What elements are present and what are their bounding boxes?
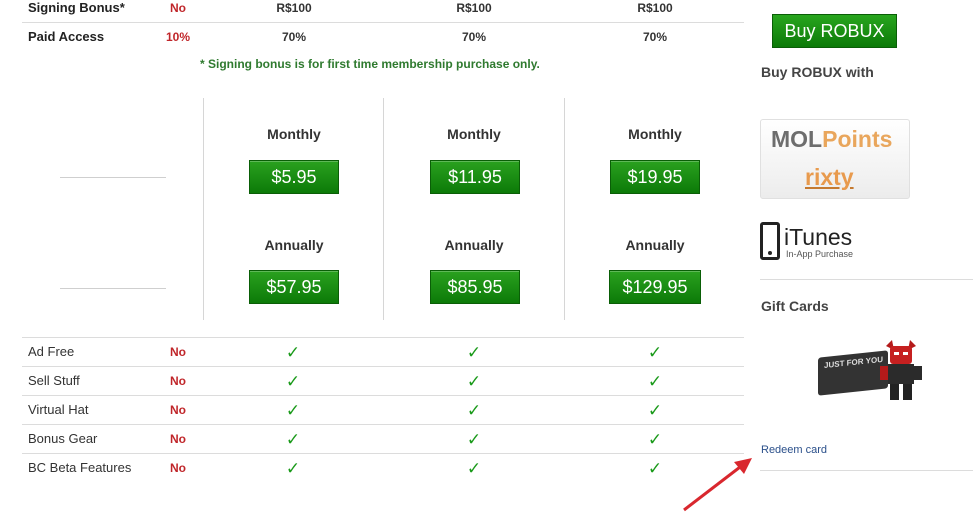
check-icon: ✓ — [285, 401, 301, 420]
paid-access-tier2: 70% — [461, 30, 487, 44]
phone-icon — [760, 222, 780, 260]
check-icon: ✓ — [466, 401, 482, 420]
itunes-subtitle: In-App Purchase — [786, 249, 854, 259]
redeem-card-link[interactable]: Redeem card — [761, 444, 827, 456]
feature-free-virtual-hat: No — [170, 403, 186, 417]
plan2-annual-price-button[interactable]: $85.95 — [430, 270, 520, 304]
divider — [22, 424, 744, 425]
check-icon: ✓ — [647, 343, 663, 362]
feature-label-sell-stuff: Sell Stuff — [28, 373, 80, 388]
plan2-monthly-label: Monthly — [447, 126, 501, 142]
feature-label-virtual-hat: Virtual Hat — [28, 402, 89, 417]
divider — [760, 279, 973, 280]
check-icon: ✓ — [466, 372, 482, 391]
red-arrow-annotation — [683, 458, 752, 512]
plan1-monthly-label: Monthly — [267, 126, 321, 142]
molpoints-rixty-option[interactable]: MOLPoints rixty — [760, 119, 910, 199]
paid-access-free: 10% — [165, 30, 191, 44]
column-divider — [203, 98, 204, 320]
signing-bonus-label: Signing Bonus* — [28, 0, 125, 15]
paid-access-label: Paid Access — [28, 29, 105, 44]
paid-access-tier1: 70% — [281, 30, 307, 44]
check-icon: ✓ — [466, 343, 482, 362]
check-icon: ✓ — [285, 372, 301, 391]
signing-bonus-tier3: R$100 — [637, 1, 673, 15]
check-icon: ✓ — [647, 401, 663, 420]
plan2-monthly-price-button[interactable]: $11.95 — [430, 160, 520, 194]
buy-robux-button[interactable]: Buy ROBUX — [772, 14, 897, 48]
column-divider — [383, 98, 384, 320]
column-divider — [564, 98, 565, 320]
itunes-logo[interactable]: iTunes — [784, 224, 852, 251]
plan3-monthly-price-button[interactable]: $19.95 — [610, 160, 700, 194]
check-icon: ✓ — [647, 459, 663, 478]
plan3-monthly-label: Monthly — [628, 126, 682, 142]
plan3-annual-price-button[interactable]: $129.95 — [609, 270, 701, 304]
divider — [60, 288, 166, 289]
signing-bonus-tier2: R$100 — [456, 1, 492, 15]
gift-cards-heading: Gift Cards — [761, 298, 829, 314]
plan2-annual-label: Annually — [444, 237, 504, 253]
feature-free-sell-stuff: No — [170, 374, 186, 388]
plan3-annual-label: Annually — [625, 237, 685, 253]
gift-card-text: JUST FOR YOU — [824, 354, 883, 371]
robot-character-icon — [880, 340, 922, 400]
feature-label-bc-beta: BC Beta Features — [28, 460, 132, 475]
feature-free-bonus-gear: No — [170, 432, 186, 446]
divider — [22, 453, 744, 454]
feature-label-bonus-gear: Bonus Gear — [28, 431, 98, 446]
divider — [60, 177, 166, 178]
check-icon: ✓ — [647, 430, 663, 449]
check-icon: ✓ — [285, 343, 301, 362]
plan1-annual-label: Annually — [264, 237, 324, 253]
signing-bonus-free: No — [170, 1, 186, 15]
divider — [760, 470, 973, 471]
divider — [22, 395, 744, 396]
rixty-logo: rixty — [805, 164, 854, 190]
check-icon: ✓ — [466, 430, 482, 449]
molpoints-logo: MOLPoints — [771, 126, 893, 152]
divider — [22, 366, 744, 367]
feature-free-ad-free: No — [170, 345, 186, 359]
plan1-annual-price-button[interactable]: $57.95 — [249, 270, 339, 304]
plan1-monthly-price-button[interactable]: $5.95 — [249, 160, 339, 194]
divider — [22, 337, 744, 338]
signing-bonus-tier1: R$100 — [276, 1, 312, 15]
divider — [22, 22, 744, 23]
signing-bonus-note: * Signing bonus is for first time member… — [200, 57, 540, 71]
check-icon: ✓ — [285, 459, 301, 478]
check-icon: ✓ — [285, 430, 301, 449]
paid-access-tier3: 70% — [642, 30, 668, 44]
buy-robux-with-heading: Buy ROBUX with — [761, 64, 874, 80]
check-icon: ✓ — [647, 372, 663, 391]
check-icon: ✓ — [466, 459, 482, 478]
feature-label-ad-free: Ad Free — [28, 344, 75, 359]
feature-free-bc-beta: No — [170, 461, 186, 475]
